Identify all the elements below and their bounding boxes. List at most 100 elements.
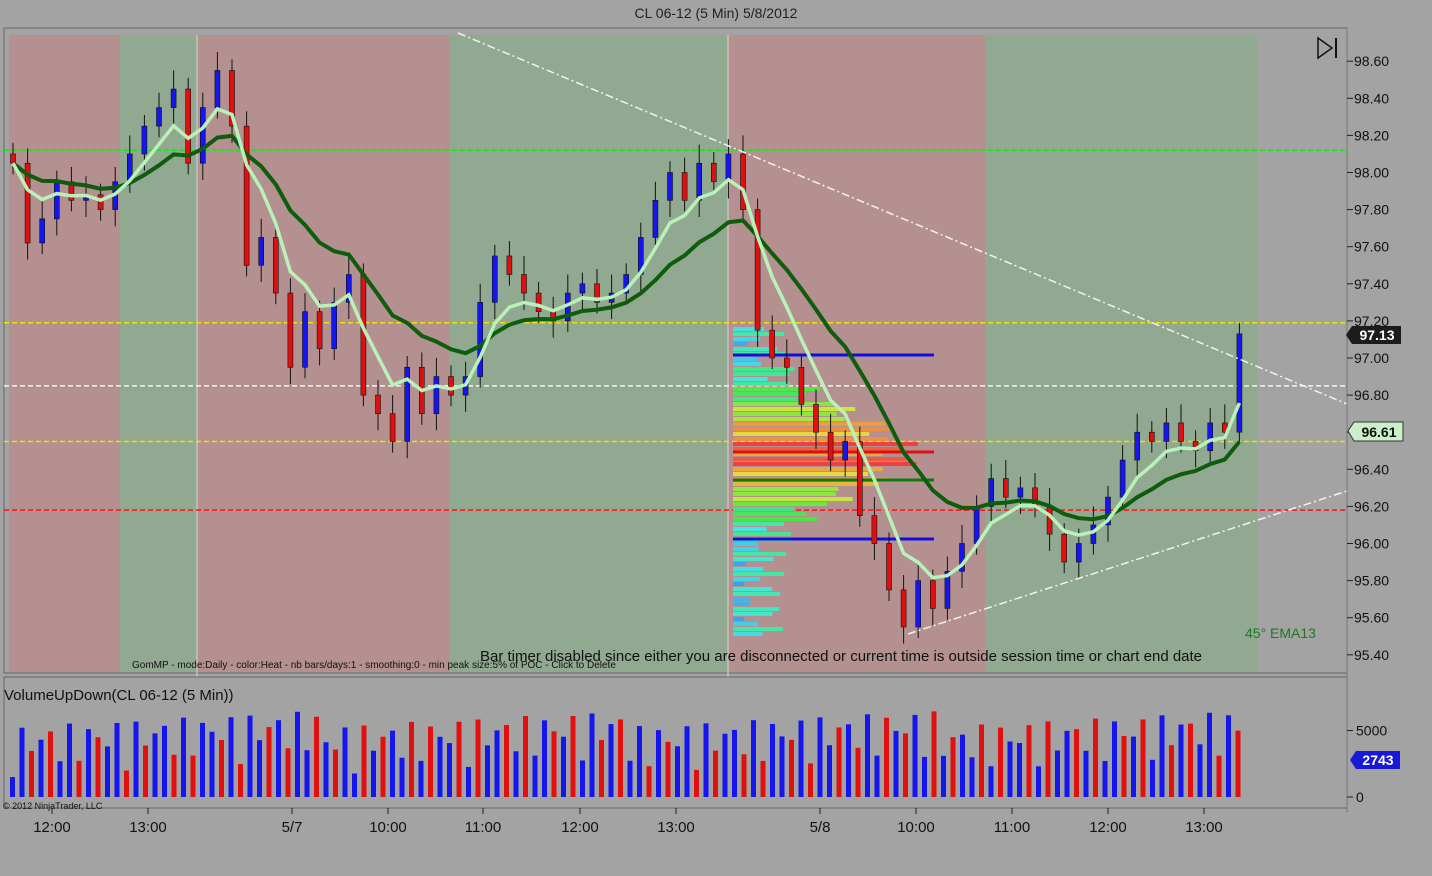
volume-bar-down [665, 741, 671, 797]
market-profile-note[interactable]: GomMP - mode:Daily - color:Heat - nb bar… [132, 660, 616, 671]
volume-bar-up [247, 715, 253, 797]
volume-tick-label: 0 [1356, 789, 1364, 805]
profile-bar [733, 402, 835, 406]
volume-bar-up [1207, 712, 1212, 797]
price-tick-label: 96.40 [1354, 461, 1389, 477]
volume-bar-up [209, 731, 215, 797]
volume-bar-down [456, 721, 462, 797]
volume-bar-up [1178, 724, 1184, 797]
volume-bar-up [988, 766, 994, 797]
volume-bar-down [428, 726, 433, 797]
candle-up [579, 283, 586, 294]
volume-bar-down [1216, 755, 1222, 797]
volume-bar-down [361, 725, 367, 797]
profile-bar [733, 362, 762, 366]
volume-bar-down [314, 716, 319, 797]
volume-bar-down [931, 711, 937, 797]
profile-bar [733, 622, 759, 626]
volume-bar-up [1226, 715, 1231, 797]
volume-bar-up [466, 766, 471, 797]
profile-bar [733, 342, 748, 346]
profile-bar [733, 387, 821, 391]
volume-indicator-title: VolumeUpDown(CL 06-12 (5 Min)) [4, 687, 234, 704]
volume-bar-up [86, 729, 91, 797]
volume-bar-up [1055, 750, 1060, 797]
candle-up [973, 506, 980, 544]
volume-bar-up [371, 750, 376, 797]
price-tick-label: 97.40 [1354, 276, 1389, 292]
volume-bar-up [627, 760, 633, 797]
profile-bar [733, 487, 839, 491]
candle-up [53, 181, 60, 220]
candle-up [141, 125, 148, 155]
volume-bar-up [342, 727, 348, 797]
price-tick-label: 97.00 [1354, 350, 1389, 366]
profile-bar [733, 377, 768, 381]
time-tick-label: 13:00 [129, 819, 167, 836]
candle-down [287, 292, 294, 368]
volume-bar-up [941, 755, 946, 797]
time-tick-label: 10:00 [897, 819, 935, 836]
profile-bar [733, 382, 790, 386]
candle-down [740, 153, 746, 210]
volume-bar-down [1235, 730, 1241, 797]
volume-bar-down [219, 739, 224, 797]
chart-canvas[interactable]: 98.6098.4098.2098.0097.8097.6097.4097.20… [0, 0, 1432, 876]
profile-bar [733, 422, 885, 426]
volume-bar-up [133, 721, 139, 797]
volume-bar-up [228, 717, 234, 797]
volume-bar-up [580, 760, 585, 797]
volume-bar-down [1169, 745, 1174, 797]
time-tick-label: 12:00 [1089, 819, 1127, 836]
price-tick-label: 98.40 [1354, 90, 1389, 106]
time-tick-label: 12:00 [33, 819, 71, 836]
candle-up [491, 255, 498, 303]
candle-down [185, 88, 191, 164]
volume-bar-down [238, 764, 243, 797]
candle-up [667, 172, 673, 201]
volume-bar-up [732, 729, 737, 797]
volume-bar-up [399, 757, 405, 797]
volume-bar-up [57, 761, 63, 797]
volume-bar-down [570, 716, 576, 797]
volume-bar-up [703, 723, 709, 797]
price-tick-label: 98.60 [1354, 53, 1389, 69]
candle-down [375, 394, 381, 414]
volume-bar-down [903, 733, 908, 797]
volume-bar-up [105, 746, 110, 797]
volume-bar-down [380, 736, 386, 797]
profile-bar [733, 532, 791, 536]
volume-bar-down [808, 763, 813, 797]
volume-bar-up [494, 730, 500, 797]
volume-bar-up [390, 730, 395, 797]
volume-bar-up [969, 757, 975, 797]
profile-bar [733, 567, 764, 571]
candle-down [1046, 506, 1053, 535]
volume-bar-up [865, 714, 870, 797]
candle-up [1163, 422, 1170, 442]
volume-bar-down [475, 719, 481, 797]
volume-bar-up [684, 726, 690, 797]
volume-bar-down [1188, 723, 1193, 797]
volume-bar-up [874, 755, 880, 797]
profile-bar [733, 392, 807, 396]
volume-bar-up [352, 773, 357, 797]
candle-up [200, 107, 206, 164]
volume-bar-up [162, 725, 167, 797]
candle-up [1134, 431, 1140, 461]
candle-up [156, 107, 162, 127]
volume-bar-up [1131, 736, 1136, 797]
profile-bar [733, 572, 785, 576]
profile-bar [733, 372, 790, 376]
profile-bar [733, 482, 879, 486]
profile-bar [733, 442, 918, 446]
candle-up [915, 580, 922, 628]
volume-bar-up [295, 711, 300, 797]
session-band [985, 35, 1257, 672]
profile-bar [733, 427, 890, 431]
volume-bar-down [409, 721, 414, 797]
profile-bar [733, 607, 780, 611]
candle-up [214, 70, 221, 108]
candle-down [681, 172, 688, 201]
profile-bar [733, 517, 817, 521]
